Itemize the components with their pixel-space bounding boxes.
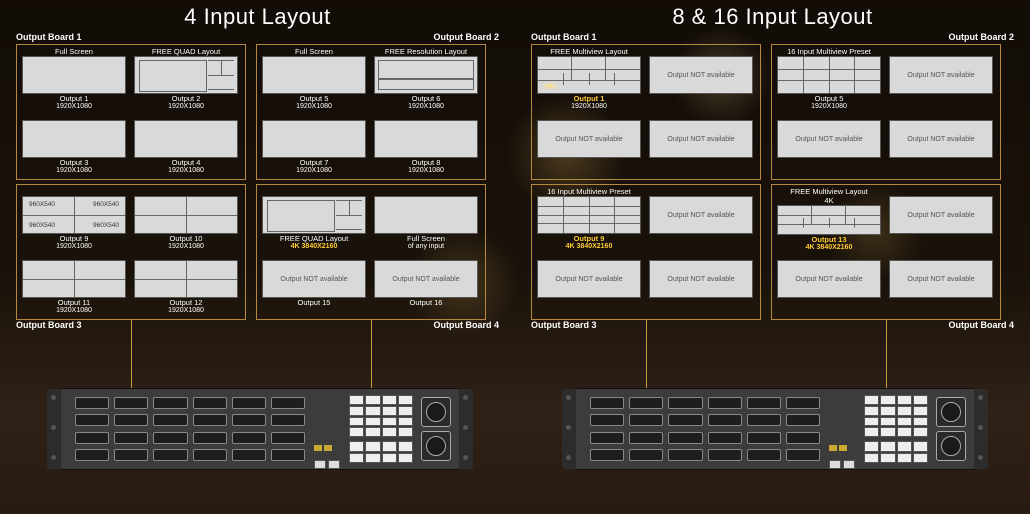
output-na: Output NOT available bbox=[648, 111, 754, 158]
thumb-not-available: Output NOT available bbox=[889, 120, 993, 158]
thumb-blank bbox=[262, 120, 366, 158]
label-output-board-4: Output Board 4 bbox=[949, 320, 1015, 330]
thumb-not-available: Output NOT available bbox=[262, 260, 366, 298]
output-na: Output NOT available bbox=[536, 251, 642, 298]
title-8-16-input: 8 & 16 Input Layout bbox=[515, 4, 1030, 30]
output-9: 960X540 960X540 960X540 960X540 Output 9… bbox=[21, 187, 127, 251]
thumb-not-available: Output NOT available bbox=[649, 196, 753, 234]
aux-ports bbox=[313, 439, 343, 463]
thumb-free-multiview bbox=[537, 56, 641, 94]
thumb-not-available: Output NOT available bbox=[777, 120, 881, 158]
thumb-quad-labeled: 960X540 960X540 960X540 960X540 bbox=[22, 196, 126, 234]
output-5: Full Screen Output 5 1920X1080 bbox=[261, 47, 367, 111]
thumb-16-grid bbox=[537, 196, 641, 234]
thumb-blank bbox=[374, 120, 478, 158]
thumb-not-available: Output NOT available bbox=[374, 260, 478, 298]
output-free-quad-4k: FREE QUAD Layout 4K 3840X2160 bbox=[261, 187, 367, 251]
button-grid-2 bbox=[864, 441, 928, 463]
thumb-blank bbox=[22, 120, 126, 158]
output-na: Output NOT available bbox=[536, 111, 642, 158]
thumb-fullscreen bbox=[22, 56, 126, 94]
label-output-board-3: Output Board 3 bbox=[531, 320, 597, 330]
label-output-board-1: Output Board 1 bbox=[16, 32, 82, 42]
xlr-port-1 bbox=[936, 397, 966, 427]
output-board-3: 960X540 960X540 960X540 960X540 Output 9… bbox=[16, 184, 246, 320]
thumb-16-preset bbox=[777, 56, 881, 94]
label-output-board-2: Output Board 2 bbox=[949, 32, 1015, 42]
output-board-4: FREE QUAD Layout 4K 3840X2160 Full Scree… bbox=[256, 184, 486, 320]
output-2: FREE QUAD Layout Output 2 1920X1080 bbox=[133, 47, 239, 111]
thumb-not-available: Output NOT available bbox=[889, 196, 993, 234]
output-11: Output 11 1920X1080 bbox=[21, 251, 127, 315]
output-board-4: FREE Multiview Layout4K Output 13 4K 384… bbox=[771, 184, 1001, 320]
output-na: Output NOT available bbox=[888, 47, 994, 94]
thumb-not-available: Output NOT available bbox=[649, 260, 753, 298]
output-na: Output NOT available bbox=[648, 251, 754, 298]
xlr-port-2 bbox=[936, 431, 966, 461]
output-na: Output NOT available bbox=[776, 251, 882, 298]
output-1: Full Screen Output 1 1920X1080 bbox=[21, 47, 127, 111]
output-na: Output NOT available bbox=[888, 251, 994, 298]
thumb-not-available: Output NOT available bbox=[889, 56, 993, 94]
button-grid bbox=[864, 395, 928, 437]
thumb-not-available: Output NOT available bbox=[537, 260, 641, 298]
label-output-board-4: Output Board 4 bbox=[434, 320, 500, 330]
label-output-board-1: Output Board 1 bbox=[531, 32, 597, 42]
output-13: FREE Multiview Layout4K Output 13 4K 384… bbox=[776, 187, 882, 252]
button-grid bbox=[349, 395, 413, 437]
panel-4-input: 4 Input Layout Output Board 1 Output Boa… bbox=[0, 0, 515, 514]
output-na: Output NOT available bbox=[648, 47, 754, 94]
thumb-free-quad bbox=[134, 56, 238, 94]
output-9: 16 Input Multiview Preset Output 9 4K 38… bbox=[536, 187, 642, 251]
hdmi-ports bbox=[590, 397, 820, 463]
output-6: FREE Resolution Layout Output 6 1920X108… bbox=[373, 47, 479, 111]
output-3: Output 3 1920X1080 bbox=[21, 111, 127, 175]
title-4-input: 4 Input Layout bbox=[0, 4, 515, 30]
hardware-unit-right bbox=[575, 388, 975, 470]
output-full-any: Full Screen of any input bbox=[373, 187, 479, 251]
output-na: Output NOT available bbox=[648, 187, 754, 234]
output-4: Output 4 1920X1080 bbox=[133, 111, 239, 175]
thumb-free-multiview-4k bbox=[777, 205, 881, 235]
thumb-free-quad bbox=[262, 196, 366, 234]
thumb-not-available: Output NOT available bbox=[777, 260, 881, 298]
thumb-blank bbox=[134, 120, 238, 158]
thumb-fullscreen bbox=[374, 196, 478, 234]
output-16: Output NOT available Output 16 bbox=[373, 251, 479, 307]
xlr-port-2 bbox=[421, 431, 451, 461]
thumb-quad bbox=[22, 260, 126, 298]
highlight-icon bbox=[541, 82, 559, 90]
output-8: Output 8 1920X1080 bbox=[373, 111, 479, 175]
output-na: Output NOT available bbox=[888, 111, 994, 158]
output-board-1: Full Screen Output 1 1920X1080 FREE QUAD… bbox=[16, 44, 246, 180]
output-board-3: 16 Input Multiview Preset Output 9 4K 38… bbox=[531, 184, 761, 320]
thumb-not-available: Output NOT available bbox=[537, 120, 641, 158]
thumb-fullscreen bbox=[262, 56, 366, 94]
output-1: FREE Multiview Layout Output 1 1920X1080 bbox=[536, 47, 642, 111]
thumb-quad bbox=[134, 260, 238, 298]
output-10: Output 10 1920X1080 bbox=[133, 187, 239, 251]
hdmi-ports bbox=[75, 397, 305, 463]
panel-8-16-input: 8 & 16 Input Layout Output Board 1 Outpu… bbox=[515, 0, 1030, 514]
xlr-port-1 bbox=[421, 397, 451, 427]
hardware-unit-left bbox=[60, 388, 460, 470]
output-na: Output NOT available bbox=[888, 187, 994, 234]
aux-ports bbox=[828, 439, 858, 463]
output-board-2: Full Screen Output 5 1920X1080 FREE Reso… bbox=[256, 44, 486, 180]
thumb-not-available: Output NOT available bbox=[889, 260, 993, 298]
label-output-board-2: Output Board 2 bbox=[434, 32, 500, 42]
thumb-not-available: Output NOT available bbox=[649, 120, 753, 158]
output-na: Output NOT available bbox=[776, 111, 882, 158]
thumb-quad bbox=[134, 196, 238, 234]
button-grid-2 bbox=[349, 441, 413, 463]
output-12: Output 12 1920X1080 bbox=[133, 251, 239, 315]
thumb-free-resolution bbox=[374, 56, 478, 94]
thumb-not-available: Output NOT available bbox=[649, 56, 753, 94]
output-15: Output NOT available Output 15 bbox=[261, 251, 367, 307]
label-output-board-3: Output Board 3 bbox=[16, 320, 82, 330]
output-5: 16 Input Multiview Preset Output 5 1920X… bbox=[776, 47, 882, 111]
output-board-2: 16 Input Multiview Preset Output 5 1920X… bbox=[771, 44, 1001, 180]
output-board-1: FREE Multiview Layout Output 1 1920X1080… bbox=[531, 44, 761, 180]
output-7: Output 7 1920X1080 bbox=[261, 111, 367, 175]
